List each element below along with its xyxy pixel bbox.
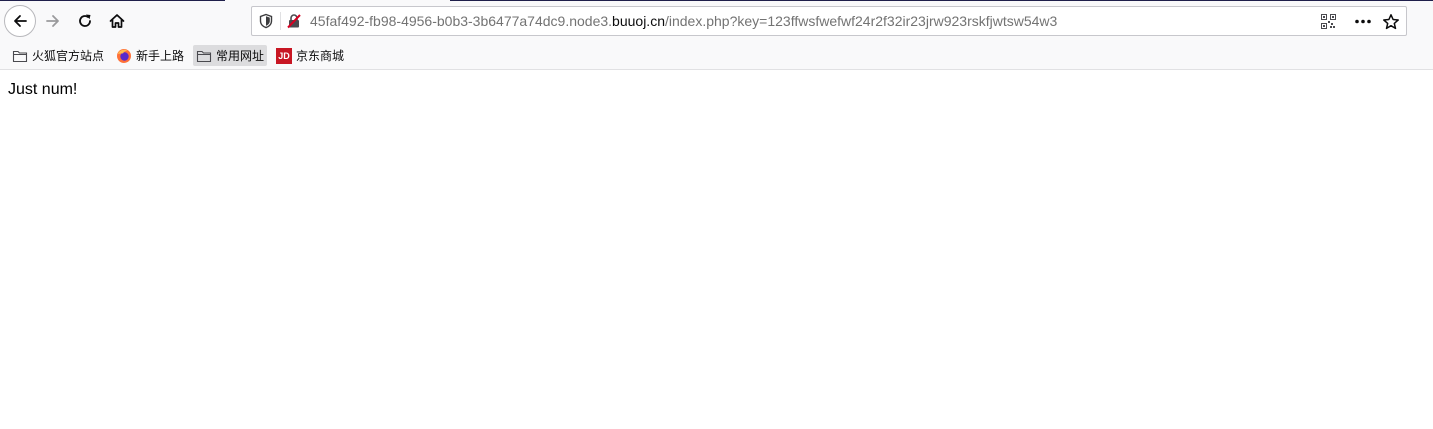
page-message: Just num! <box>8 81 78 98</box>
url-bar-separator <box>280 12 281 30</box>
back-arrow-icon <box>14 15 27 27</box>
window-edge <box>450 0 1433 1</box>
qr-code-icon[interactable] <box>1321 14 1336 29</box>
folder-icon <box>196 48 212 64</box>
bookmark-item-jd-mall[interactable]: JD 京东商城 <box>273 45 347 66</box>
url-text[interactable]: 45faf492-fb98-4956-b0b3-3b6477a74dc9.nod… <box>310 13 1057 30</box>
bookmark-label: 常用网址 <box>216 49 265 63</box>
jd-icon: JD <box>276 47 292 64</box>
window-edge <box>0 0 225 1</box>
jd-logo: JD <box>276 47 292 64</box>
tracking-shield-icon[interactable] <box>258 13 274 29</box>
insecure-lock-icon[interactable] <box>286 13 302 29</box>
bookmark-label: 新手上路 <box>136 49 185 63</box>
bookmark-label: 京东商城 <box>296 49 345 63</box>
address-bar[interactable]: 45faf492-fb98-4956-b0b3-3b6477a74dc9.nod… <box>251 6 1407 36</box>
bookmark-star-icon[interactable] <box>1382 13 1400 31</box>
page-content: Just num! <box>0 71 1433 429</box>
home-button[interactable] <box>102 6 132 36</box>
more-icon[interactable] <box>1354 14 1372 29</box>
url-suffix: /index.php?key=123ffwsfwefwf24r2f32ir23j… <box>664 13 1058 29</box>
firefox-icon <box>116 48 132 64</box>
home-icon <box>109 14 125 28</box>
bookmark-item-firefox-official[interactable]: 火狐官方站点 <box>9 45 107 66</box>
back-button[interactable] <box>4 5 36 37</box>
navigation-toolbar: 45faf492-fb98-4956-b0b3-3b6477a74dc9.nod… <box>0 2 1433 39</box>
reload-button[interactable] <box>70 6 100 36</box>
bookmark-item-common-sites[interactable]: 常用网址 <box>193 45 268 66</box>
bookmarks-toolbar: 火狐官方站点 新手上路 常用网址 JD 京东商城 <box>0 39 1433 70</box>
url-domain: buuoj.cn <box>612 13 665 29</box>
url-prefix: 45faf492-fb98-4956-b0b3-3b6477a74dc9.nod… <box>310 13 613 29</box>
bookmark-item-getting-started[interactable]: 新手上路 <box>113 45 187 66</box>
bookmark-label: 火狐官方站点 <box>32 49 105 63</box>
reload-icon <box>79 14 91 27</box>
forward-button[interactable] <box>38 6 68 36</box>
forward-arrow-icon <box>46 15 59 27</box>
folder-icon <box>12 48 28 64</box>
